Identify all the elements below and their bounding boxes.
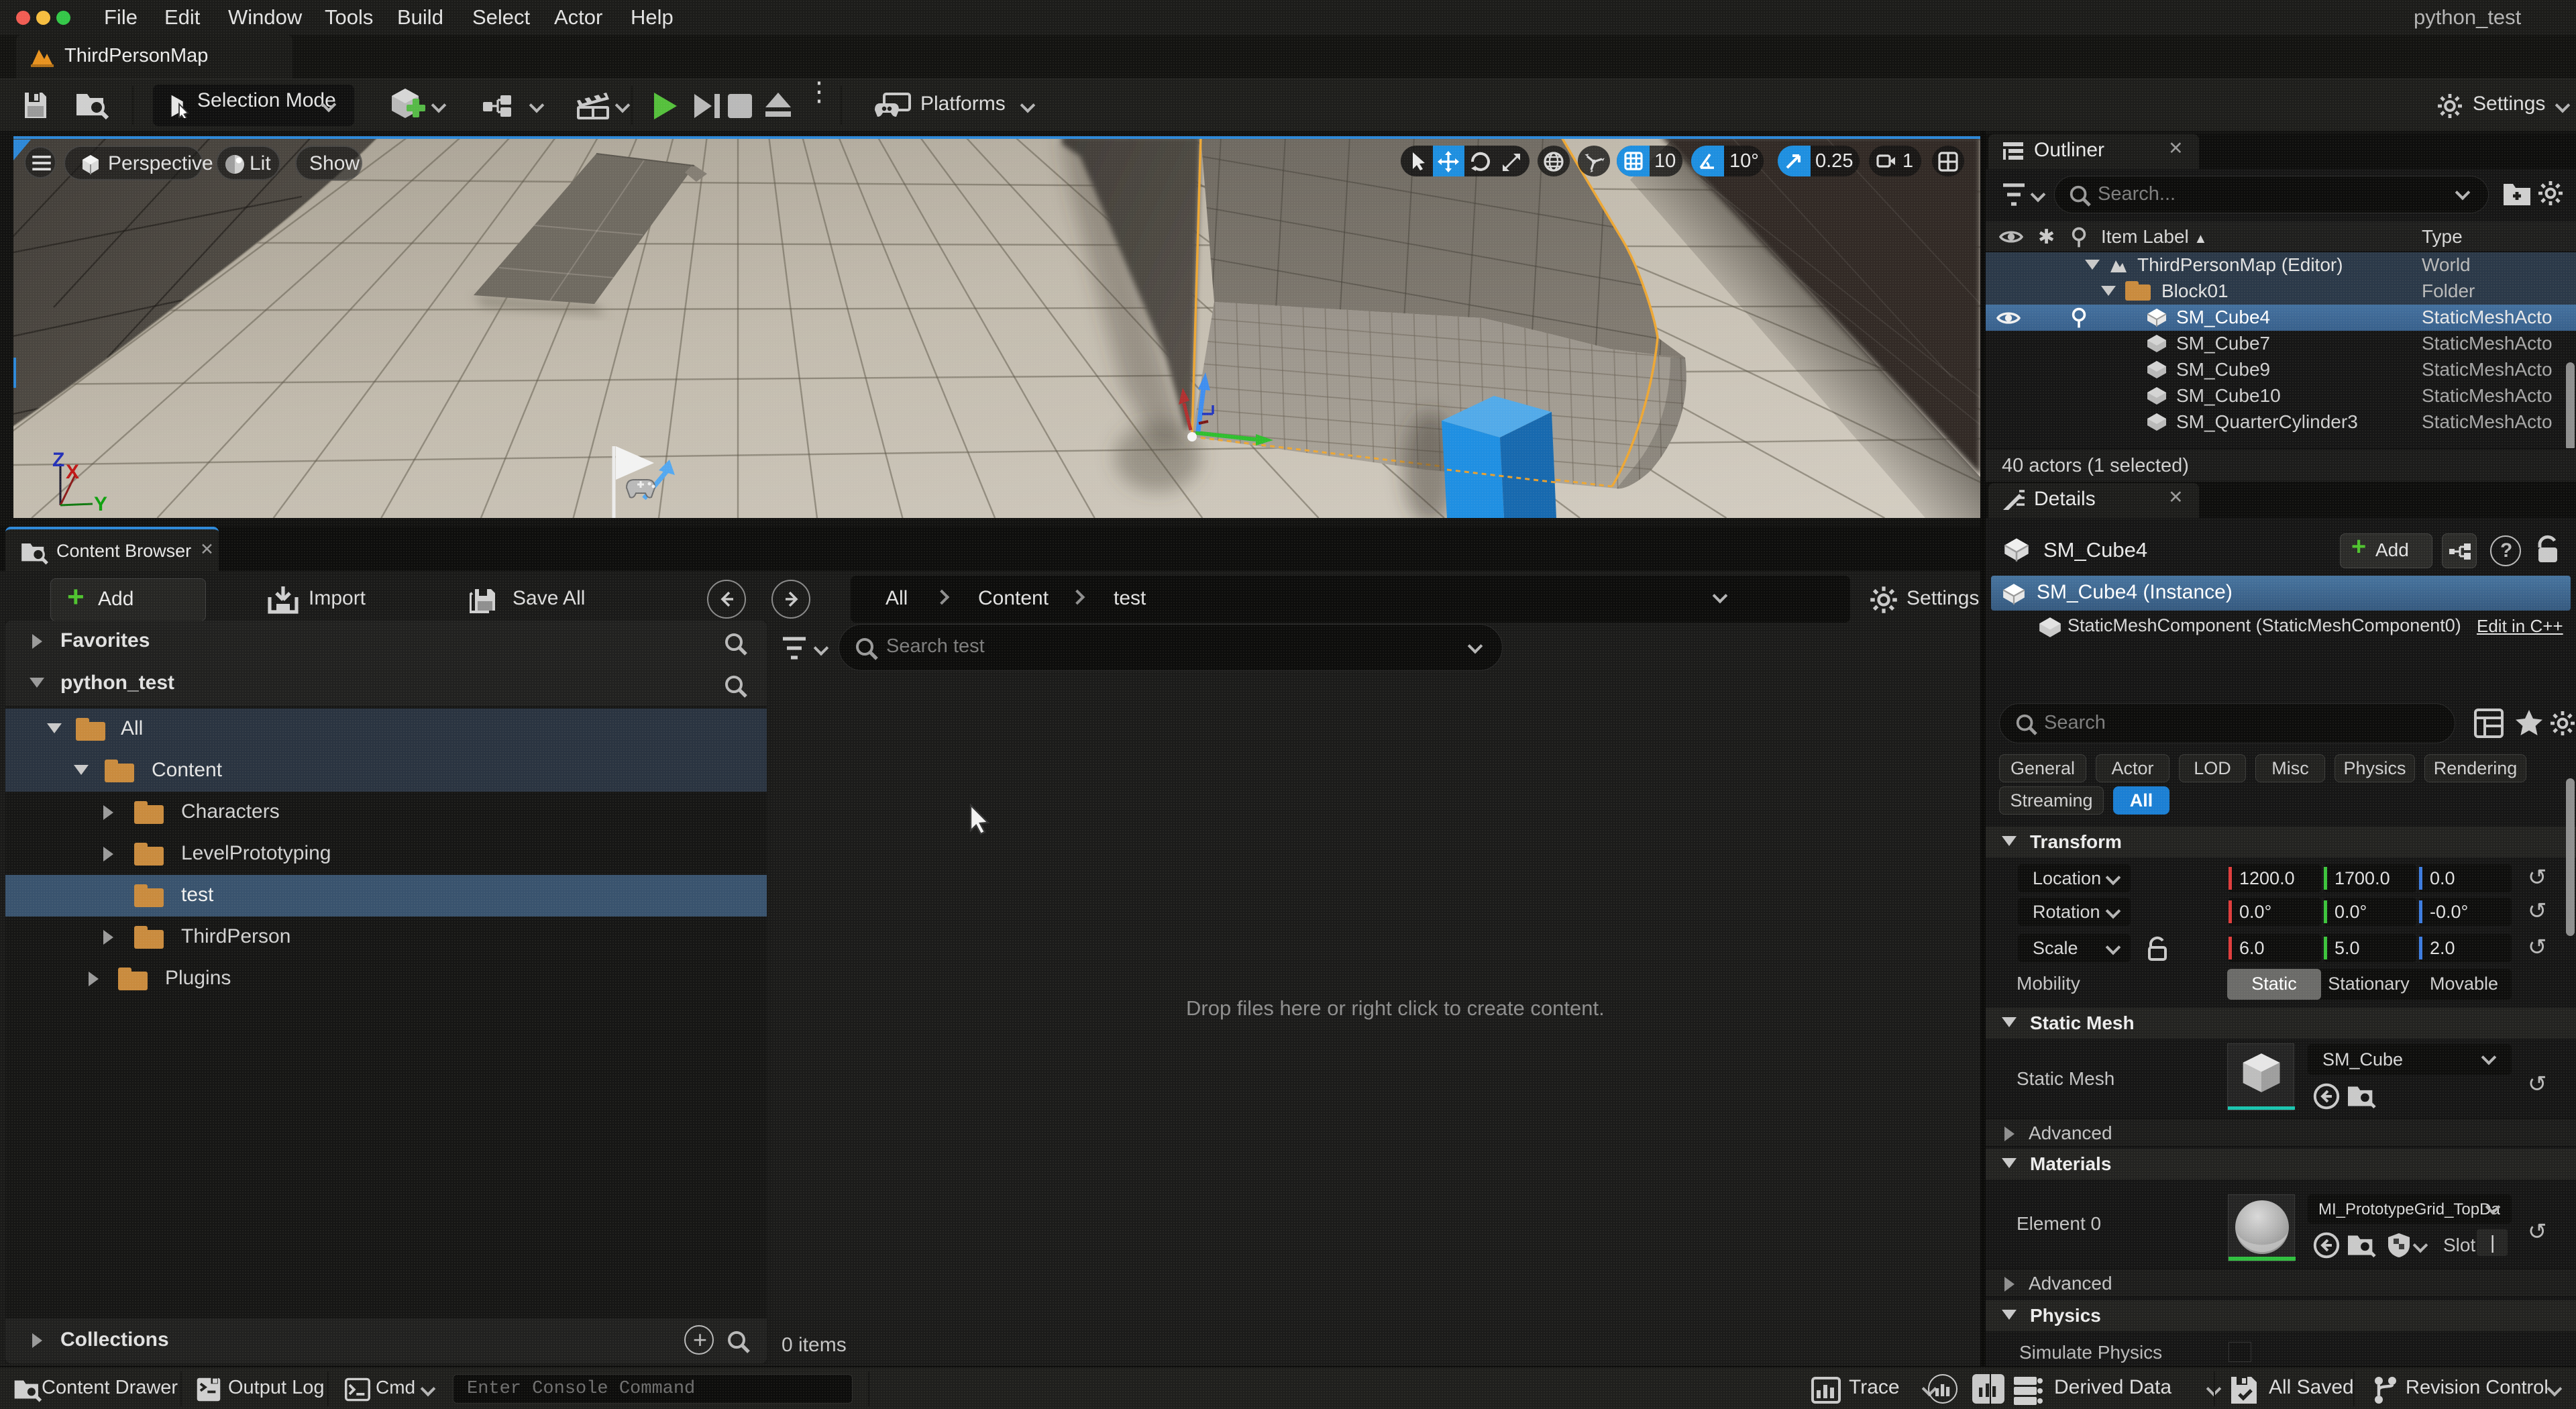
svg-text:X: X [66,461,79,483]
svg-text:Z: Z [52,449,64,471]
svg-text:Y: Y [94,493,107,515]
